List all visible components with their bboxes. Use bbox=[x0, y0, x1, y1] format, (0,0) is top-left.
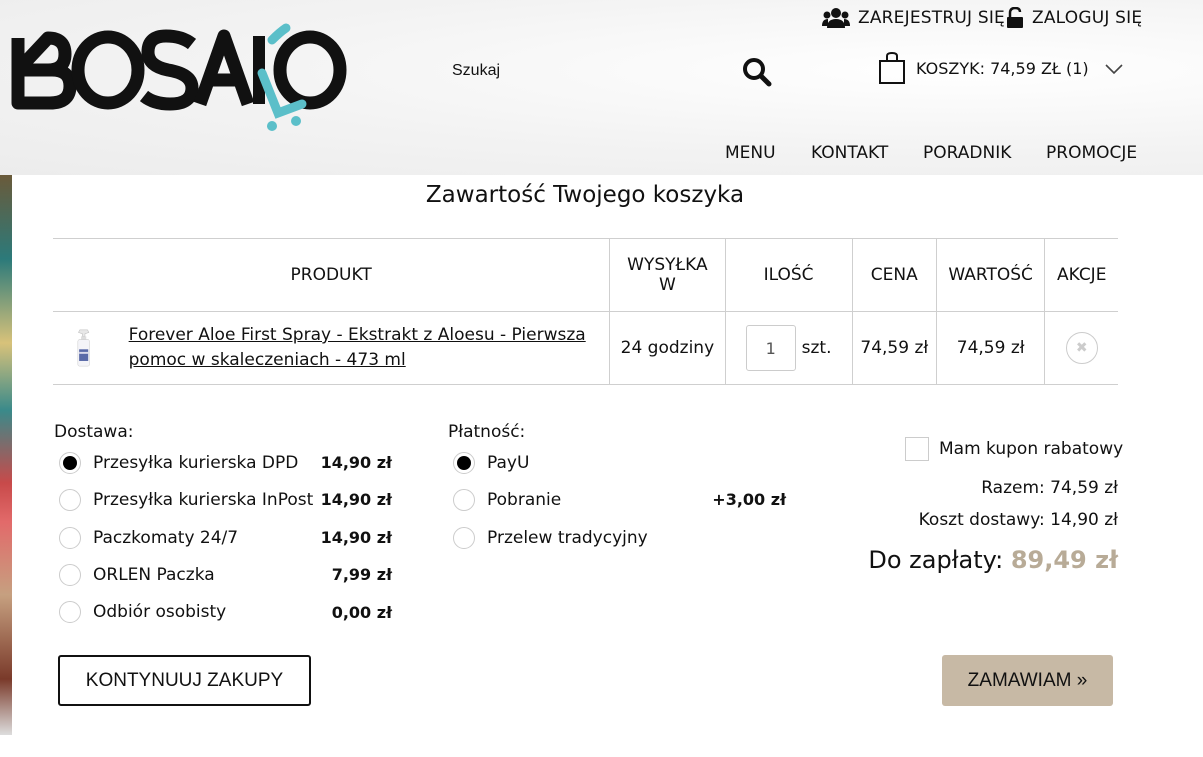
delivery-price: 14,90 zł bbox=[320, 490, 392, 509]
total-to-pay: Do zapłaty: 89,49 zł bbox=[868, 546, 1118, 574]
delivery-price: 14,90 zł bbox=[320, 453, 392, 472]
shipping-time-cell: 24 godziny bbox=[609, 311, 726, 385]
register-link[interactable]: ZAREJESTRUJ SIĘ bbox=[822, 7, 1005, 29]
radio-cod[interactable] bbox=[453, 489, 475, 511]
payment-price: +3,00 zł bbox=[712, 490, 786, 509]
delivery-price: 14,90 zł bbox=[320, 528, 392, 547]
payment-option-payu[interactable]: PayU bbox=[453, 452, 529, 474]
delivery-option-orlen[interactable]: ORLEN Paczka bbox=[59, 564, 215, 586]
users-icon bbox=[822, 8, 850, 28]
product-name-link[interactable]: Forever Aloe First Spray - Ekstrakt z Al… bbox=[129, 323, 609, 373]
column-header-value: WARTOŚĆ bbox=[935, 238, 1046, 312]
quantity-cell: szt. bbox=[724, 311, 853, 385]
close-icon: ✖ bbox=[1075, 340, 1088, 356]
cart-summary[interactable]: KOSZYK: 74,59 ZŁ (1) bbox=[878, 52, 1089, 84]
page-title: Zawartość Twojego koszyka bbox=[425, 182, 745, 208]
payment-option-transfer[interactable]: Przelew tradycyjny bbox=[453, 527, 648, 549]
column-header-qty: ILOŚĆ bbox=[724, 238, 853, 312]
radio-orlen[interactable] bbox=[59, 564, 81, 586]
shipping-header-line2: W bbox=[658, 275, 676, 295]
login-label: ZALOGUJ SIĘ bbox=[1032, 8, 1143, 28]
nav-item-kontakt[interactable]: KONTAKT bbox=[811, 143, 888, 163]
delivery-price: 7,99 zł bbox=[331, 565, 392, 584]
delivery-price: 0,00 zł bbox=[331, 603, 392, 622]
price-cell: 74,59 zł bbox=[851, 311, 937, 385]
payment-label: Płatność: bbox=[448, 422, 526, 442]
cart-table: PRODUKT WYSYŁKA W ILOŚĆ CENA WARTOŚĆ AKC… bbox=[53, 238, 1118, 385]
bosako-logo[interactable] bbox=[10, 18, 350, 133]
payment-option-label: Pobranie bbox=[487, 490, 562, 510]
coupon-toggle[interactable]: Mam kupon rabatowy bbox=[905, 437, 1123, 461]
place-order-button[interactable]: ZAMAWIAM » bbox=[942, 655, 1113, 706]
delivery-label: Dostawa: bbox=[54, 422, 134, 442]
login-link[interactable]: ZALOGUJ SIĘ bbox=[1006, 7, 1142, 29]
column-header-product: PRODUKT bbox=[53, 238, 611, 312]
product-thumbnail[interactable] bbox=[72, 318, 97, 378]
side-background-image bbox=[0, 175, 12, 735]
table-row: Forever Aloe First Spray - Ekstrakt z Al… bbox=[53, 311, 1118, 385]
register-label: ZAREJESTRUJ SIĘ bbox=[858, 8, 1005, 28]
quantity-unit: szt. bbox=[801, 338, 832, 358]
product-cell: Forever Aloe First Spray - Ekstrakt z Al… bbox=[53, 311, 611, 385]
payment-option-cod[interactable]: Pobranie bbox=[453, 489, 561, 511]
value-cell: 74,59 zł bbox=[935, 311, 1046, 385]
payment-option-label: Przelew tradycyjny bbox=[487, 528, 648, 548]
shopping-bag-icon bbox=[879, 52, 905, 84]
delivery-option-inpost[interactable]: Przesyłka kurierska InPost bbox=[59, 489, 313, 511]
column-header-shipping: WYSYŁKA W bbox=[609, 238, 726, 312]
delivery-option-label: Paczkomaty 24/7 bbox=[93, 528, 239, 548]
total-label: Do zapłaty: bbox=[868, 546, 1004, 574]
radio-pickup[interactable] bbox=[59, 601, 81, 623]
delivery-option-dpd[interactable]: Przesyłka kurierska DPD bbox=[59, 452, 298, 474]
cart-label: KOSZYK: 74,59 ZŁ (1) bbox=[916, 58, 1089, 78]
payment-option-label: PayU bbox=[487, 453, 530, 473]
lock-icon bbox=[1007, 7, 1023, 28]
delivery-option-label: Przesyłka kurierska DPD bbox=[93, 453, 299, 473]
quantity-input[interactable] bbox=[745, 325, 796, 371]
total-value: 89,49 zł bbox=[1010, 546, 1118, 574]
coupon-label: Mam kupon rabatowy bbox=[939, 439, 1124, 459]
search-icon[interactable] bbox=[742, 57, 772, 87]
delivery-option-paczkomaty[interactable]: Paczkomaty 24/7 bbox=[59, 527, 238, 549]
radio-inpost[interactable] bbox=[59, 489, 81, 511]
actions-cell: ✖ bbox=[1044, 311, 1118, 385]
column-header-price: CENA bbox=[851, 238, 937, 312]
continue-shopping-button[interactable]: KONTYNUUJ ZAKUPY bbox=[58, 655, 311, 706]
radio-paczkomaty[interactable] bbox=[59, 527, 81, 549]
radio-dpd[interactable] bbox=[59, 452, 81, 474]
shipping-cost: Koszt dostawy: 14,90 zł bbox=[918, 510, 1118, 530]
table-header-row: PRODUKT WYSYŁKA W ILOŚĆ CENA WARTOŚĆ AKC… bbox=[53, 238, 1118, 312]
delivery-option-label: ORLEN Paczka bbox=[93, 565, 215, 585]
delivery-option-pickup[interactable]: Odbiór osobisty bbox=[59, 601, 226, 623]
nav-item-poradnik[interactable]: PORADNIK bbox=[923, 143, 1011, 163]
radio-payu[interactable] bbox=[453, 452, 475, 474]
search-input[interactable]: Szukaj bbox=[452, 62, 500, 80]
subtotal: Razem: 74,59 zł bbox=[981, 478, 1118, 498]
delivery-option-label: Przesyłka kurierska InPost bbox=[93, 490, 314, 510]
column-header-actions: AKCJE bbox=[1044, 238, 1118, 312]
radio-transfer[interactable] bbox=[453, 527, 475, 549]
nav-item-promocje[interactable]: PROMOCJE bbox=[1046, 143, 1137, 163]
coupon-checkbox[interactable] bbox=[905, 437, 929, 461]
shipping-header-line1: WYSYŁKA bbox=[627, 255, 708, 275]
remove-item-button[interactable]: ✖ bbox=[1065, 332, 1098, 364]
nav-item-menu[interactable]: MENU bbox=[725, 143, 776, 163]
chevron-down-icon[interactable] bbox=[1104, 62, 1124, 76]
delivery-option-label: Odbiór osobisty bbox=[93, 602, 227, 622]
